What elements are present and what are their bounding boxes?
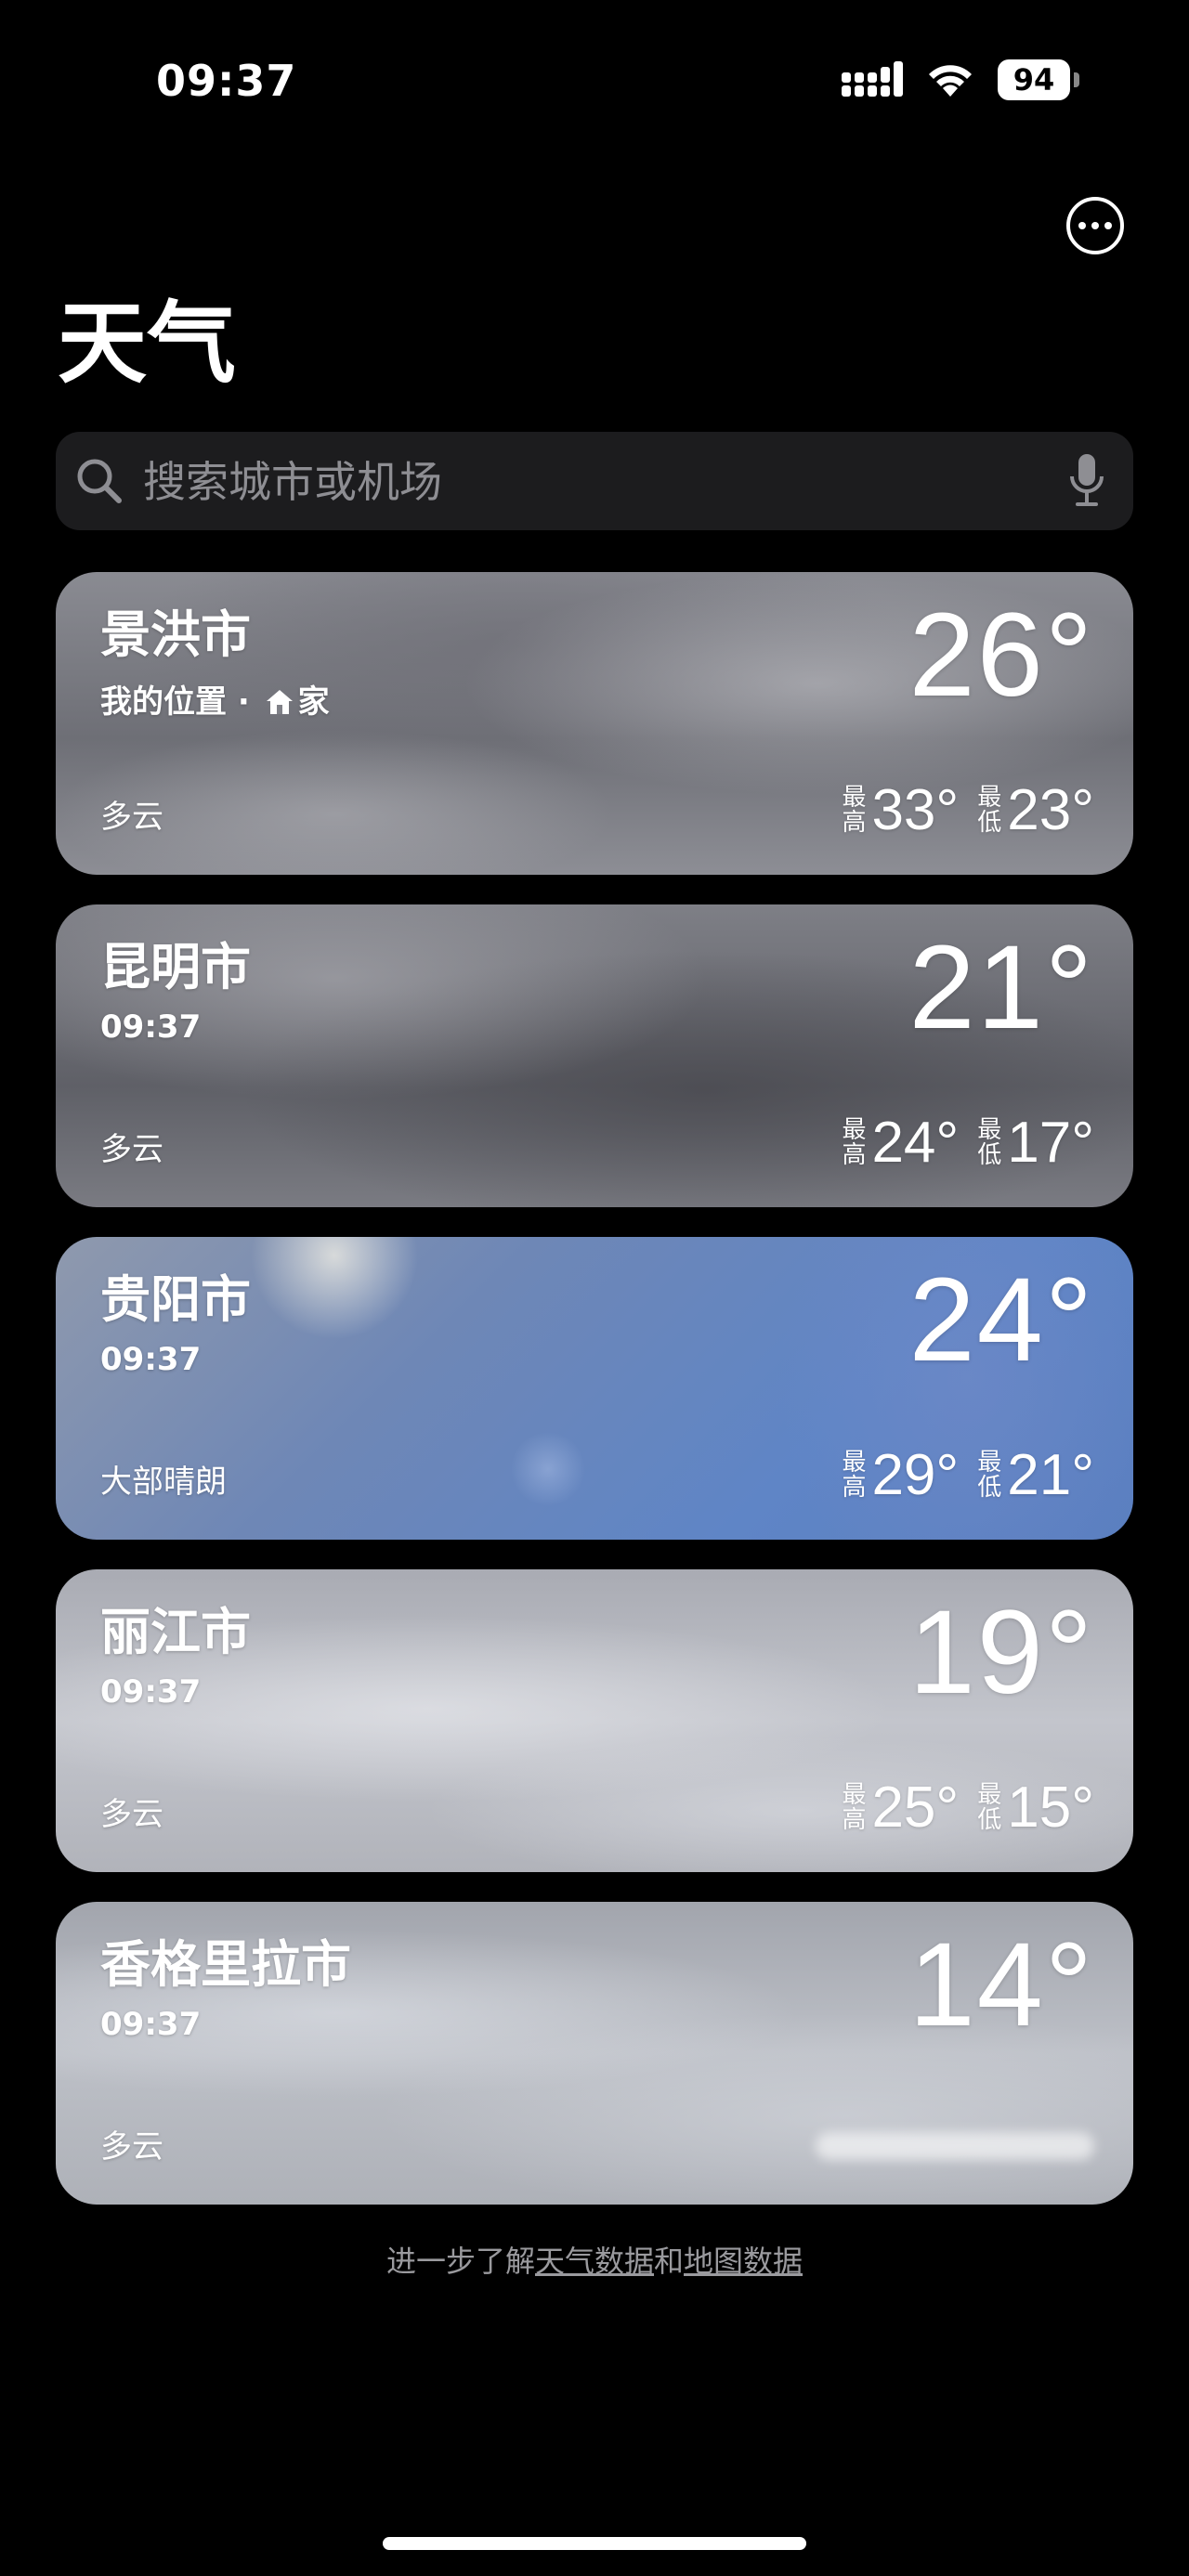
search-input[interactable] — [141, 432, 1027, 532]
city-list: 景洪市 我的位置 · 家 26° 多云 最高 33° 最低 23° 昆明市 09… — [56, 572, 1133, 2234]
city-local-time: 09:37 — [100, 1673, 202, 1711]
page-title: 天气 — [58, 292, 236, 396]
status-bar: 09:37 94 — [0, 56, 1189, 106]
high-temperature: 29° — [871, 1443, 960, 1507]
high-label-char: 最 — [842, 1448, 867, 1477]
low-label: 最低 — [977, 1448, 1002, 1502]
home-indicator[interactable] — [383, 2537, 806, 2550]
ellipsis-dot — [1104, 222, 1112, 229]
low-temperature: 23° — [1007, 778, 1094, 842]
high-label-char: 高 — [842, 1474, 867, 1502]
map-data-link[interactable]: 地图数据 — [684, 2244, 803, 2279]
low-temperature: 21° — [1007, 1443, 1094, 1507]
home-icon — [266, 690, 293, 714]
high-label-char: 最 — [842, 1780, 867, 1809]
data-sources-footer: 进一步了解天气数据和地图数据 — [0, 2238, 1189, 2281]
city-local-time: 09:37 — [100, 1341, 202, 1378]
city-card-lijiang[interactable]: 丽江市 09:37 19° 多云 最高 25° 最低 15° — [56, 1569, 1133, 1872]
current-temperature: 24° — [908, 1254, 1094, 1386]
city-card-jinghong[interactable]: 景洪市 我的位置 · 家 26° 多云 最高 33° 最低 23° — [56, 572, 1133, 875]
current-temperature: 21° — [908, 921, 1094, 1054]
city-name: 昆明市 — [100, 938, 251, 996]
status-time: 09:37 — [156, 56, 297, 106]
low-label-char: 低 — [977, 1806, 1002, 1834]
battery-indicator: 94 — [998, 59, 1081, 100]
low-temperature: 15° — [1007, 1776, 1094, 1840]
high-label: 最高 — [842, 783, 867, 837]
city-local-time: 09:37 — [100, 1008, 202, 1046]
cellular-signal-icon — [842, 61, 903, 97]
low-label-char: 低 — [977, 1141, 1002, 1169]
low-label-char: 最 — [977, 1448, 1002, 1477]
current-temperature: 14° — [908, 1919, 1094, 2051]
high-low-temperature: 最高 33° 最低 23° — [829, 782, 1094, 839]
search-bar[interactable] — [56, 432, 1133, 532]
high-temperature: 24° — [871, 1111, 960, 1175]
city-card-guiyang[interactable]: 贵阳市 09:37 24° 大部晴朗 最高 29° 最低 21° — [56, 1237, 1133, 1540]
city-card-shangri-la[interactable]: 香格里拉市 09:37 14° 多云 — [56, 1902, 1133, 2205]
ellipsis-dot — [1091, 222, 1099, 229]
low-label-char: 低 — [977, 809, 1002, 837]
wifi-icon — [929, 65, 972, 97]
high-label-char: 高 — [842, 809, 867, 837]
high-low-temperature: 最高 29° 最低 21° — [829, 1447, 1094, 1504]
footer-prefix: 进一步了解 — [385, 2244, 535, 2279]
low-label-char: 最 — [977, 1115, 1002, 1144]
battery-cap — [1074, 72, 1079, 87]
low-label-char: 最 — [977, 1780, 1002, 1809]
low-label: 最低 — [977, 1780, 1002, 1834]
high-label-char: 最 — [842, 783, 867, 812]
high-temperature: 33° — [871, 778, 960, 842]
redacted-high-low — [816, 2132, 1094, 2160]
low-label: 最低 — [977, 783, 1002, 837]
high-label: 最高 — [842, 1780, 867, 1834]
current-temperature: 19° — [908, 1586, 1094, 1719]
city-name: 丽江市 — [100, 1603, 251, 1661]
high-label-char: 高 — [842, 1806, 867, 1834]
weather-condition: 多云 — [100, 1796, 163, 1833]
weather-condition: 大部晴朗 — [100, 1464, 227, 1501]
low-label-char: 最 — [977, 783, 1002, 812]
home-label: 家 — [297, 683, 330, 721]
weather-condition: 多云 — [100, 799, 163, 836]
search-icon — [77, 459, 122, 503]
city-subtitle: 我的位置 · 家 — [100, 676, 330, 722]
low-label-char: 低 — [977, 1474, 1002, 1502]
battery-level: 94 — [998, 59, 1070, 100]
high-temperature: 25° — [871, 1776, 960, 1840]
city-name: 香格里拉市 — [100, 1935, 351, 1994]
weather-condition: 多云 — [100, 1131, 163, 1168]
location-label: 我的位置 — [100, 683, 227, 721]
high-label: 最高 — [842, 1115, 867, 1169]
separator-dot: · — [237, 683, 250, 721]
weather-data-link[interactable]: 天气数据 — [535, 2244, 654, 2279]
footer-middle: 和 — [654, 2244, 685, 2279]
high-label: 最高 — [842, 1448, 867, 1502]
city-name: 景洪市 — [100, 605, 251, 664]
high-label-char: 高 — [842, 1141, 867, 1169]
weather-condition: 多云 — [100, 2128, 163, 2166]
current-temperature: 26° — [908, 589, 1094, 722]
microphone-icon[interactable] — [1068, 452, 1105, 510]
city-card-kunming[interactable]: 昆明市 09:37 21° 多云 最高 24° 最低 17° — [56, 904, 1133, 1207]
low-label: 最低 — [977, 1115, 1002, 1169]
high-low-temperature: 最高 25° 最低 15° — [829, 1779, 1094, 1837]
ellipsis-circle-icon — [1078, 222, 1086, 229]
high-low-temperature: 最高 24° 最低 17° — [829, 1114, 1094, 1172]
city-name: 贵阳市 — [100, 1270, 251, 1329]
low-temperature: 17° — [1007, 1111, 1094, 1175]
high-label-char: 最 — [842, 1115, 867, 1144]
city-local-time: 09:37 — [100, 2006, 202, 2043]
more-options-button[interactable] — [1066, 197, 1124, 254]
